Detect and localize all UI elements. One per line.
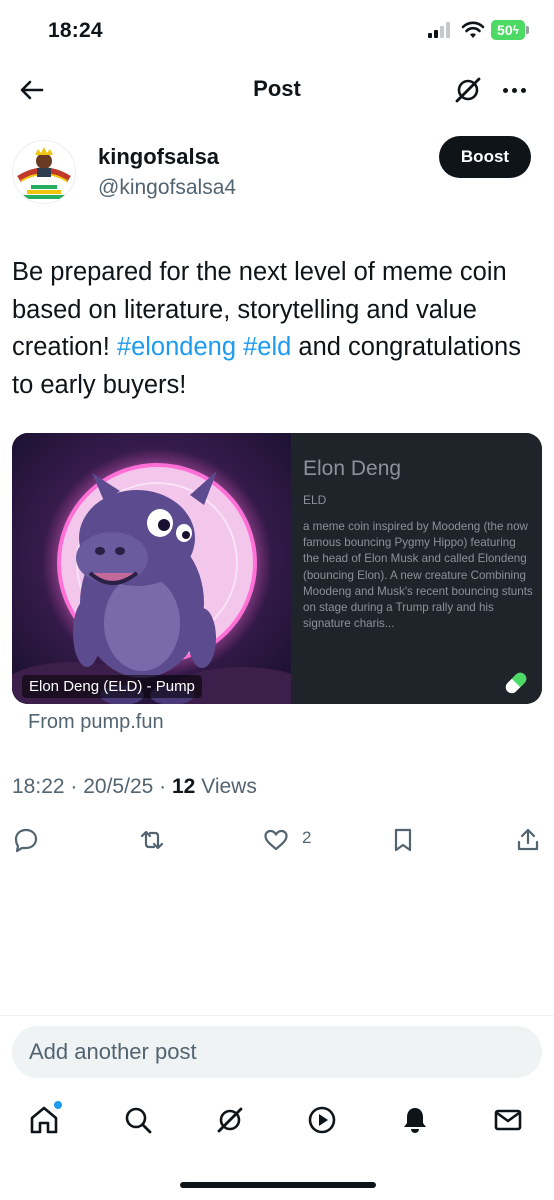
like-count: 2 [302,828,312,847]
card-source[interactable]: From pump.fun [28,711,164,734]
home-icon[interactable] [28,1104,60,1136]
pill-icon [505,672,527,694]
boost-button[interactable]: Boost [439,136,531,178]
post-meta: 18:22 · 20/5/25 · 12 Views [12,775,257,798]
reply-placeholder: Add another post [29,1039,197,1064]
divider [0,1015,554,1016]
post-text: Be prepared for the next level of meme c… [12,254,532,404]
avatar[interactable] [12,140,76,204]
repost-icon[interactable] [138,826,166,854]
author-name[interactable]: kingofsalsa [98,144,219,170]
like-icon[interactable] [262,826,290,854]
share-icon[interactable] [514,826,542,854]
card-description: a meme coin inspired by Moodeng (the now… [303,520,533,631]
hashtag-eld[interactable]: #eld [243,333,291,361]
notification-dot [54,1101,62,1109]
battery-tip [526,26,529,34]
bookmark-icon[interactable] [389,826,417,854]
search-icon[interactable] [122,1104,154,1136]
views-count: 12 [171,775,196,798]
reply-input[interactable]: Add another post [12,1026,542,1078]
post-date: 20/5/25 [83,775,154,798]
card-image [12,433,291,704]
messages-icon[interactable] [492,1104,524,1136]
grok-nav-icon[interactable] [214,1104,246,1136]
video-icon[interactable] [306,1104,338,1136]
views-label: Views [201,775,257,798]
home-indicator [180,1182,376,1188]
wifi-icon [461,21,485,38]
link-card[interactable]: Elon Deng (ELD) - Pump Elon Deng ELD a m… [12,433,542,704]
hashtag-elondeng[interactable]: #elondeng [117,333,236,361]
king-of-salsa-logo [13,141,75,203]
card-title: Elon Deng [303,457,402,480]
signal-icon [428,22,450,38]
card-ticker: ELD [303,493,327,507]
card-details: Elon Deng ELD a meme coin inspired by Mo… [291,433,542,704]
status-time: 18:24 [48,19,103,42]
grok-icon[interactable] [452,74,484,106]
card-image-label: Elon Deng (ELD) - Pump [22,675,202,698]
battery-indicator: 50 ϟ [491,20,525,40]
notifications-icon[interactable] [399,1104,431,1136]
more-options-icon[interactable] [498,74,530,106]
reply-icon[interactable] [12,826,40,854]
charging-bolt-icon: ϟ [512,23,519,37]
battery-level: 50 [497,22,513,38]
post-time: 18:22 [12,775,65,798]
author-handle[interactable]: @kingofsalsa4 [98,176,236,200]
